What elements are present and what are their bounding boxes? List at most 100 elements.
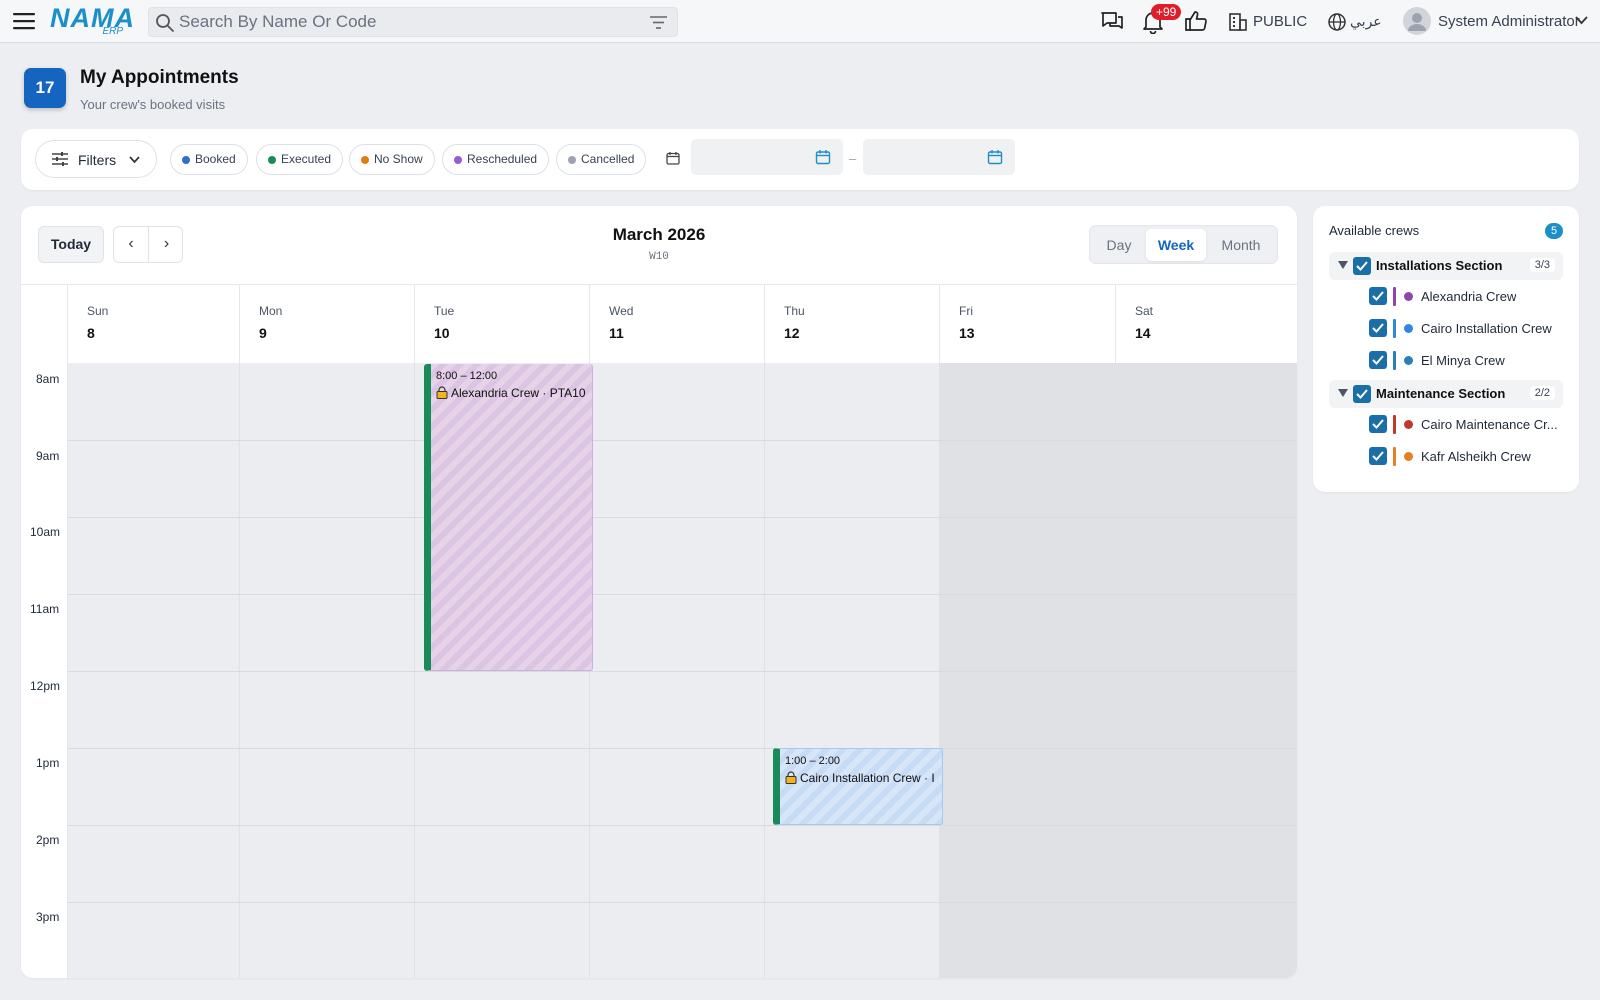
day-name: Mon [259, 304, 283, 318]
section-label: Installations Section [1376, 258, 1503, 273]
appointment-event[interactable]: 1:00 – 2:00 Cairo Installation Crew · I [773, 748, 943, 825]
event-title: Alexandria Crew · PTA10 [451, 386, 586, 400]
chip-label: Booked [195, 152, 236, 166]
status-dot [454, 156, 462, 164]
thumbs-up-icon[interactable] [1184, 10, 1208, 32]
section-checkbox[interactable] [1353, 385, 1371, 403]
crew-checkbox[interactable] [1369, 447, 1387, 465]
calendar-icon [815, 150, 831, 165]
crew-item[interactable]: Cairo Maintenance Cr... [1369, 411, 1569, 437]
status-chip-cancelled[interactable]: Cancelled [556, 144, 647, 175]
view-day-button[interactable]: Day [1094, 229, 1144, 261]
section-installations[interactable]: Installations Section 3/3 [1329, 252, 1563, 280]
day-header-wed[interactable]: Wed 11 [590, 285, 765, 363]
filter-lines-icon[interactable] [650, 16, 667, 29]
crew-color-bar [1393, 447, 1396, 466]
day-header-thu[interactable]: Thu 12 [765, 285, 940, 363]
day-name: Wed [609, 304, 634, 318]
crew-color-bar [1393, 287, 1396, 306]
globe-icon[interactable] [1327, 12, 1347, 32]
search-input[interactable] [179, 11, 629, 33]
status-dot [361, 156, 369, 164]
chat-icon[interactable] [1100, 10, 1124, 32]
app-logo[interactable]: NAMA ERP [50, 5, 135, 38]
date-separator: – [849, 151, 857, 166]
crew-item[interactable]: Alexandria Crew [1369, 283, 1569, 309]
status-chip-executed[interactable]: Executed [256, 144, 344, 175]
section-maintenance[interactable]: Maintenance Section 2/2 [1329, 380, 1563, 408]
crews-count-badge: 5 [1545, 223, 1563, 239]
crew-checkbox[interactable] [1369, 415, 1387, 433]
crew-label: Kafr Alsheikh Crew [1421, 449, 1531, 464]
section-count: 3/3 [1529, 258, 1555, 272]
menu-icon[interactable] [13, 11, 35, 31]
hour-label: 3pm [36, 910, 60, 924]
hour-label: 10am [30, 525, 61, 539]
date-from-input[interactable] [691, 139, 843, 175]
date-to-input[interactable] [863, 139, 1015, 175]
user-name[interactable]: System Administrator [1438, 13, 1580, 30]
hour-label: 12pm [30, 679, 61, 693]
view-week-button[interactable]: Week [1146, 229, 1206, 261]
day-header-mon[interactable]: Mon 9 [240, 285, 415, 363]
status-chip-rescheduled[interactable]: Rescheduled [442, 144, 550, 175]
building-icon[interactable] [1228, 12, 1248, 32]
avatar[interactable] [1403, 7, 1431, 35]
view-month-button[interactable]: Month [1208, 229, 1274, 261]
language-switch[interactable]: عربي [1350, 13, 1382, 30]
crew-color-dot [1404, 420, 1413, 429]
day-name: Sun [87, 304, 109, 318]
calendar-icon [666, 151, 680, 165]
day-date: 8 [87, 325, 95, 341]
chevron-down-icon [129, 156, 140, 164]
crew-color-bar [1393, 351, 1396, 370]
section-count: 2/2 [1529, 386, 1555, 400]
filters-button[interactable]: Filters [35, 140, 157, 178]
filter-bar: Filters Booked Executed No Show Reschedu… [21, 129, 1579, 190]
day-date: 9 [259, 325, 267, 341]
appointment-event[interactable]: 8:00 – 12:00 Alexandria Crew · PTA10 [424, 364, 593, 671]
day-header-sat[interactable]: Sat 14 [1116, 285, 1297, 363]
caret-down-icon[interactable] [1338, 389, 1348, 397]
top-bar: NAMA ERP +99 PUBLIC عربي System Administ… [0, 0, 1600, 43]
gutter-header [21, 285, 68, 363]
day-header-fri[interactable]: Fri 13 [940, 285, 1116, 363]
crew-label: Cairo Maintenance Cr... [1421, 417, 1558, 432]
chevron-down-icon[interactable] [1575, 16, 1588, 25]
hour-gridline [68, 517, 1297, 518]
hour-gridline [68, 594, 1297, 595]
day-date: 11 [609, 325, 624, 341]
day-date: 12 [784, 325, 800, 341]
global-search [148, 7, 678, 37]
day-header-tue[interactable]: Tue 10 [415, 285, 590, 363]
day-header-sun[interactable]: Sun 8 [68, 285, 240, 363]
crew-color-bar [1393, 415, 1396, 434]
caret-down-icon[interactable] [1338, 261, 1348, 269]
crew-item[interactable]: El Minya Crew [1369, 347, 1569, 373]
date-badge: 17 [24, 68, 66, 108]
status-chip-booked[interactable]: Booked [170, 144, 248, 175]
hour-gridline [68, 671, 1297, 672]
hour-label: 11am [30, 602, 60, 616]
crew-checkbox[interactable] [1369, 287, 1387, 305]
hour-label: 9am [36, 449, 60, 463]
page-title: My Appointments [80, 67, 239, 88]
crew-item[interactable]: Cairo Installation Crew [1369, 315, 1569, 341]
crew-color-dot [1404, 452, 1413, 461]
view-switcher: Day Week Month [1089, 225, 1278, 264]
status-dot [182, 156, 190, 164]
chip-label: Executed [281, 152, 332, 166]
status-chip-no-show[interactable]: No Show [349, 144, 435, 175]
day-date: 13 [959, 325, 975, 341]
hour-label: 2pm [36, 833, 60, 847]
status-dot [268, 156, 276, 164]
branch-label[interactable]: PUBLIC [1253, 13, 1307, 30]
section-checkbox[interactable] [1353, 257, 1371, 275]
crews-title: Available crews [1329, 223, 1420, 238]
time-gutter: 8am 9am 10am 11am 12pm 1pm 2pm 3pm [21, 363, 68, 978]
chip-label: No Show [374, 152, 423, 166]
crew-item[interactable]: Kafr Alsheikh Crew [1369, 443, 1569, 469]
page-subtitle: Your crew's booked visits [80, 97, 226, 112]
crew-checkbox[interactable] [1369, 319, 1387, 337]
crew-checkbox[interactable] [1369, 351, 1387, 369]
